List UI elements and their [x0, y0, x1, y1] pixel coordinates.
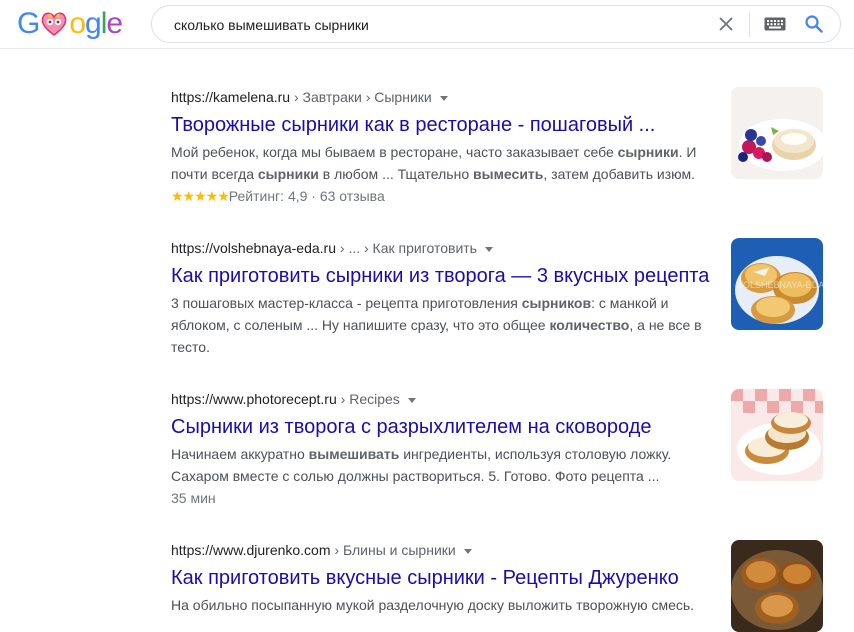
result-rating: ★★★★★Рейтинг: 4,9 · 63 отзыва [171, 185, 716, 207]
result-title-link[interactable]: Как приготовить сырники из творога — 3 в… [171, 263, 716, 289]
result-snippet: Начинаем аккуратно вымешивать ингредиент… [171, 443, 716, 487]
snippet-text: Начинаем аккуратно [171, 446, 309, 462]
result-title-link[interactable]: Как приготовить вкусные сырники - Рецепт… [171, 565, 716, 591]
logo-letter-g: G [17, 7, 40, 40]
result-url: https://www.djurenko.com [171, 542, 331, 558]
result-cite[interactable]: https://volshebnaya-eda.ru › ... › Как п… [171, 238, 716, 258]
snippet-text: в любом ... Тщательно [318, 166, 474, 182]
result-breadcrumb: › ... › Как приготовить [336, 240, 477, 256]
snippet-highlight: сырников [521, 295, 592, 311]
google-logo[interactable]: G o g l e [17, 7, 123, 41]
berries-syrniki-image [731, 87, 823, 179]
search-divider [749, 13, 750, 37]
star-rating-icon: ★★★★★ [171, 188, 230, 204]
result-thumbnail[interactable] [731, 540, 823, 632]
logo-letter-o2: o [69, 7, 86, 40]
result-url: https://www.photorecept.ru [171, 391, 337, 407]
syrniki-pan-image [731, 540, 823, 632]
search-result: https://volshebnaya-eda.ru › ... › Как п… [171, 238, 716, 358]
result-thumbnail[interactable]: VOLSHEBNAYA-EDA [731, 238, 823, 330]
syrniki-stack-image [731, 389, 823, 481]
search-result: https://www.djurenko.com › Блины и сырни… [171, 540, 716, 616]
menu-arrow-icon[interactable] [463, 548, 472, 554]
logo-letter-e: e [106, 7, 123, 40]
result-duration: 35 мин [171, 490, 216, 506]
top-bar: G o g l e [0, 0, 854, 49]
snippet-highlight: сырники [617, 144, 679, 160]
result-url: https://kamelena.ru [171, 89, 291, 105]
search-icon[interactable] [804, 14, 824, 34]
rating-label: Рейтинг: 4,9 · 63 отзыва [228, 188, 385, 204]
result-snippet: 3 пошаговых мастер-класса - рецепта приг… [171, 292, 716, 358]
syrniki-plate-image: VOLSHEBNAYA-EDA [731, 238, 823, 330]
result-snippet: На обильно посыпанную мукой разделочную … [171, 594, 716, 616]
snippet-highlight: вымесить [473, 166, 544, 182]
result-cite[interactable]: https://www.photorecept.ru › Recipes [171, 389, 716, 409]
result-breadcrumb: › Блины и сырники [330, 542, 456, 558]
result-url: https://volshebnaya-eda.ru [171, 240, 336, 256]
result-thumbnail[interactable] [731, 87, 823, 179]
snippet-text: 3 пошаговых мастер-класса - рецепта приг… [171, 295, 522, 311]
logo-letter-g2: g [85, 7, 102, 40]
result-snippet: Мой ребенок, когда мы бываем в ресторане… [171, 141, 716, 185]
snippet-text: , затем добавить изюм. [543, 166, 696, 182]
menu-arrow-icon[interactable] [484, 246, 493, 252]
search-box [151, 5, 841, 44]
search-input[interactable] [172, 6, 696, 44]
menu-arrow-icon[interactable] [407, 397, 416, 403]
close-icon[interactable] [718, 16, 734, 32]
keyboard-icon[interactable] [764, 17, 786, 31]
result-cite[interactable]: https://kamelena.ru › Завтраки › Сырники [171, 87, 716, 107]
search-result: https://www.photorecept.ru › Recipes Сыр… [171, 389, 716, 509]
snippet-text: Мой ребенок, когда мы бываем в ресторане… [171, 144, 618, 160]
snippet-highlight: вымешивать [308, 446, 400, 462]
watermark-text: VOLSHEBNAYA-EDA [737, 280, 823, 290]
search-result: https://kamelena.ru › Завтраки › Сырники… [171, 87, 716, 207]
menu-arrow-icon[interactable] [439, 95, 448, 101]
result-thumbnail[interactable] [731, 389, 823, 481]
result-cite[interactable]: https://www.djurenko.com › Блины и сырни… [171, 540, 716, 560]
snippet-highlight: количество [549, 317, 630, 333]
result-title-link[interactable]: Творожные сырники как в ресторане - поша… [171, 112, 716, 138]
result-title-link[interactable]: Сырники из творога с разрыхлителем на ск… [171, 414, 716, 440]
result-breadcrumb: › Завтраки › Сырники [290, 89, 432, 105]
snippet-highlight: сырники [257, 166, 319, 182]
result-breadcrumb: › Recipes [336, 391, 400, 407]
heart-icon [42, 12, 67, 36]
